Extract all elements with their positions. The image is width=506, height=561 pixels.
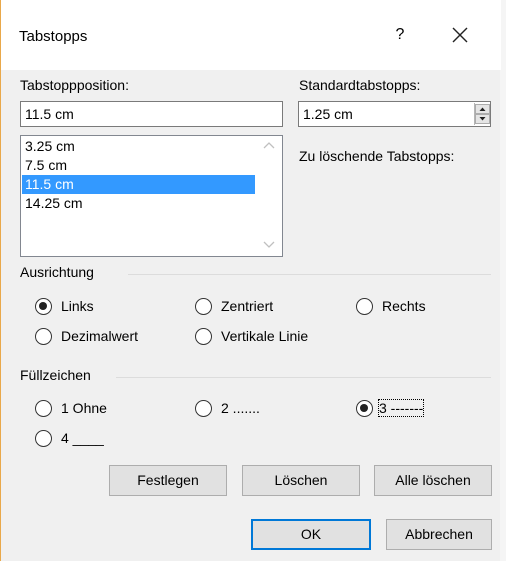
align-right-label[interactable]: Rechts bbox=[382, 298, 426, 314]
align-center-label[interactable]: Zentriert bbox=[221, 298, 273, 314]
leader-dots-label[interactable]: 2 ....... bbox=[221, 400, 260, 416]
leader-group-title: Füllzeichen bbox=[20, 367, 91, 383]
list-item-selected[interactable]: 11.5 cm bbox=[22, 175, 255, 194]
tab-position-input[interactable]: 11.5 cm bbox=[20, 101, 283, 127]
align-center-radio[interactable] bbox=[195, 298, 212, 315]
spin-down-icon bbox=[479, 117, 486, 121]
scroll-up-icon[interactable] bbox=[263, 141, 275, 149]
list-item[interactable]: 7.5 cm bbox=[22, 156, 255, 175]
align-left-radio[interactable] bbox=[35, 298, 52, 315]
align-left-label[interactable]: Links bbox=[61, 298, 94, 314]
list-item[interactable]: 14.25 cm bbox=[22, 194, 255, 213]
tabstopps-dialog: Tabstopps ? Tabstoppposition: 11.5 cm 3.… bbox=[0, 0, 501, 561]
leader-none-radio[interactable] bbox=[35, 400, 52, 417]
spin-up-button[interactable] bbox=[475, 104, 490, 114]
align-right-radio[interactable] bbox=[356, 298, 373, 315]
leader-dots-radio[interactable] bbox=[195, 400, 212, 417]
default-tabs-input[interactable]: 1.25 cm bbox=[298, 101, 491, 127]
alignment-group-title: Ausrichtung bbox=[20, 264, 94, 280]
help-button[interactable]: ? bbox=[389, 23, 411, 47]
leader-dashes-label[interactable]: 3 ------- bbox=[377, 399, 425, 417]
clear-all-button[interactable]: Alle löschen bbox=[374, 465, 492, 496]
leader-dashes-radio[interactable] bbox=[356, 400, 373, 417]
leader-none-label[interactable]: 1 Ohne bbox=[61, 400, 107, 416]
set-button[interactable]: Festlegen bbox=[109, 465, 227, 496]
close-button[interactable] bbox=[445, 20, 475, 50]
close-icon bbox=[452, 27, 468, 43]
scroll-down-icon[interactable] bbox=[263, 241, 275, 249]
default-tabs-spinner[interactable] bbox=[474, 103, 490, 125]
tabs-to-clear-label: Zu löschende Tabstopps: bbox=[299, 148, 455, 164]
spin-up-icon bbox=[479, 107, 486, 111]
tab-position-list[interactable]: 3.25 cm 7.5 cm 11.5 cm 14.25 cm bbox=[20, 135, 283, 257]
leader-group-line bbox=[116, 377, 491, 378]
alignment-group-line bbox=[128, 274, 491, 275]
cancel-button[interactable]: Abbrechen bbox=[386, 519, 492, 550]
tab-position-label: Tabstoppposition: bbox=[20, 77, 129, 93]
list-item[interactable]: 3.25 cm bbox=[22, 137, 255, 156]
leader-underline-label[interactable]: 4 ____ bbox=[61, 430, 104, 446]
default-tabs-label: Standardtabstopps: bbox=[299, 77, 421, 93]
align-bar-radio[interactable] bbox=[195, 328, 212, 345]
list-scrollbar[interactable] bbox=[257, 137, 281, 255]
title-bar: Tabstopps ? bbox=[1, 0, 501, 70]
leader-underline-radio[interactable] bbox=[35, 430, 52, 447]
ok-button[interactable]: OK bbox=[251, 519, 371, 550]
dialog-title: Tabstopps bbox=[19, 28, 88, 45]
align-decimal-radio[interactable] bbox=[35, 328, 52, 345]
align-bar-label[interactable]: Vertikale Linie bbox=[221, 328, 308, 344]
align-decimal-label[interactable]: Dezimalwert bbox=[61, 328, 138, 344]
clear-button[interactable]: Löschen bbox=[242, 465, 360, 496]
spin-down-button[interactable] bbox=[475, 114, 490, 124]
